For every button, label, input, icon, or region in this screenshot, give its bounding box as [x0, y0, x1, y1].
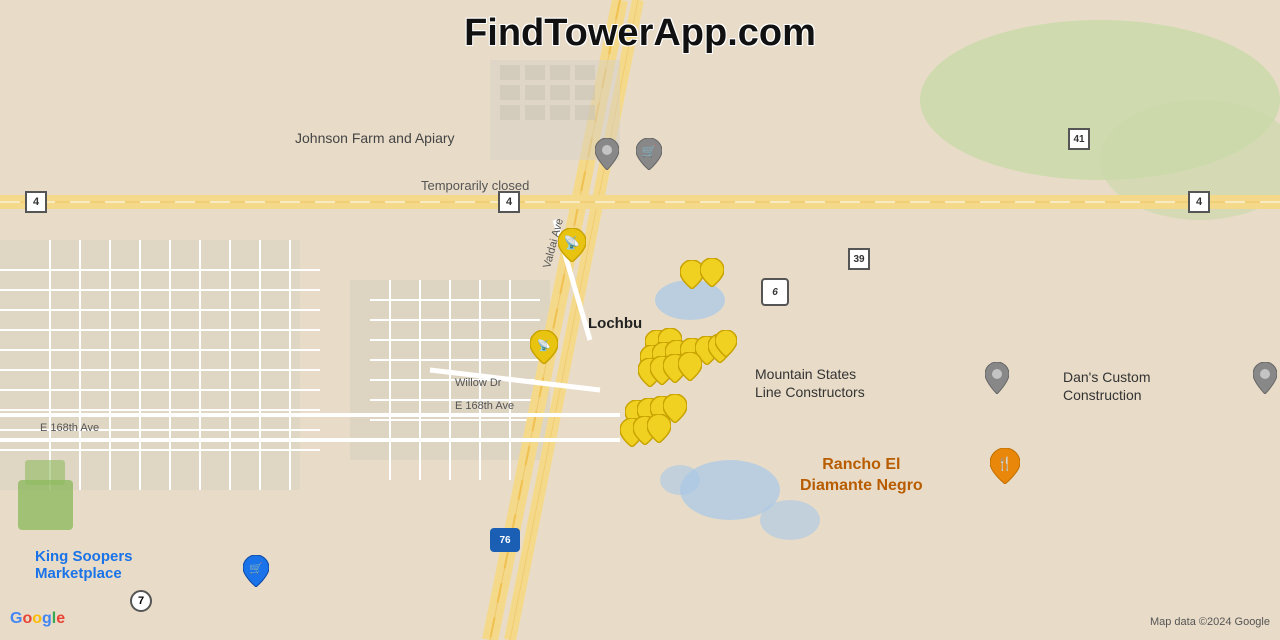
svg-text:📡: 📡 [564, 234, 580, 250]
gray-pin-johnson [595, 138, 619, 170]
map-attribution: Map data ©2024 Google [1150, 616, 1270, 628]
svg-text:🍴: 🍴 [997, 456, 1013, 472]
king-soopers-label: King SoopersMarketplace [35, 548, 133, 582]
johnson-farm-label: Johnson Farm and Apiary [295, 130, 455, 146]
willow-dr-label: Willow Dr [455, 377, 501, 389]
dans-construction-label: Dan's CustomConstruction [1063, 368, 1150, 404]
route-marker-4-left: 4 [25, 191, 47, 213]
svg-text:📡: 📡 [537, 338, 551, 352]
route-marker-7: 7 [130, 590, 152, 612]
route-marker-4-center: 4 [498, 191, 520, 213]
tower-pin-16 [678, 352, 702, 381]
route-marker-6: 6 [761, 278, 789, 306]
mountain-states-label: Mountain StatesLine Constructors [755, 365, 865, 401]
e168th-label-left: E 168th Ave [40, 422, 99, 434]
gray-pin-dans [1253, 362, 1277, 394]
rancho-label: Rancho ElDiamante Negro [800, 455, 923, 497]
temp-closed-label: Temporarily closed [421, 178, 529, 193]
cart-pin-johnson: 🛒 [636, 138, 662, 170]
google-logo: Google [10, 610, 65, 628]
map-title: FindTowerApp.com [464, 12, 816, 55]
e168th-label-center: E 168th Ave [455, 400, 514, 412]
svg-text:🛒: 🛒 [642, 144, 657, 158]
route-marker-4-right: 4 [1188, 191, 1210, 213]
route-marker-41: 41 [1068, 128, 1090, 150]
interstate-marker-76: 76 [490, 528, 520, 552]
blue-pin-kingsoopers: 🛒 [243, 555, 269, 587]
orange-pin-rancho: 🍴 [990, 448, 1020, 484]
svg-text:🛒: 🛒 [249, 562, 263, 575]
gray-pin-mountain [985, 362, 1009, 394]
tower-pin-6 [700, 258, 724, 287]
tower-pin-2: 📡 [530, 330, 558, 364]
tower-pin-23 [647, 414, 671, 443]
tower-pin-1: 📡 [558, 228, 586, 262]
tower-pin-24 [715, 330, 737, 357]
route-marker-39: 39 [848, 248, 870, 270]
lochbu-label: Lochbu [588, 315, 642, 332]
map-container: FindTowerApp.com 4 4 4 39 6 41 76 7 John… [0, 0, 1280, 640]
